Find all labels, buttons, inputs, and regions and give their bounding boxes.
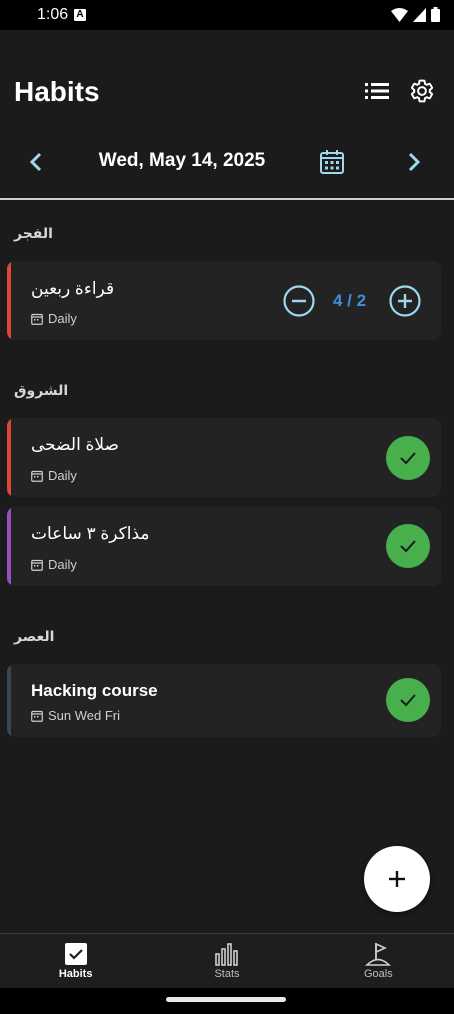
date-divider xyxy=(0,198,454,200)
plus-circle-icon xyxy=(389,285,421,317)
habit-title: صلاة الضحى xyxy=(31,435,119,454)
battery-icon xyxy=(431,7,440,22)
habit-title: مذاكرة ٣ ساعات xyxy=(31,524,150,543)
settings-button[interactable] xyxy=(406,75,438,107)
status-bar: 1:06 A xyxy=(0,0,454,30)
plus-icon xyxy=(389,871,405,887)
decrement-button[interactable] xyxy=(283,285,315,317)
gear-icon xyxy=(410,79,434,103)
nav-item-habits[interactable]: Habits xyxy=(0,934,151,988)
checkmark-icon xyxy=(400,694,416,707)
habit-schedule-text: Daily xyxy=(48,468,77,483)
habit-schedule: Daily xyxy=(31,311,77,326)
nav-label-goals: Goals xyxy=(363,968,393,980)
checkmark-icon xyxy=(400,452,416,465)
habit-card[interactable]: قراءة ربعين Daily 4 / 2 xyxy=(7,261,441,340)
status-time: 1:06 xyxy=(37,6,69,23)
bar-chart-icon xyxy=(215,943,238,966)
calendar-small-icon xyxy=(31,559,43,571)
calendar-small-icon xyxy=(31,710,43,722)
habit-card[interactable]: مذاكرة ٣ ساعات Daily xyxy=(7,507,441,586)
checkmark-icon xyxy=(400,540,416,553)
nav-item-goals[interactable]: Goals xyxy=(303,934,454,988)
habit-accent xyxy=(7,664,11,737)
habit-accent xyxy=(7,507,11,586)
calendar-icon xyxy=(320,150,344,174)
complete-button[interactable] xyxy=(386,524,430,568)
increment-button[interactable] xyxy=(389,285,421,317)
chevron-right-icon xyxy=(408,152,421,172)
habit-accent xyxy=(7,261,11,340)
habit-schedule: Daily xyxy=(31,468,77,483)
status-icons xyxy=(391,7,440,22)
habit-schedule-text: Daily xyxy=(48,311,77,326)
section-label-fajr: الفجر xyxy=(14,225,53,241)
list-icon xyxy=(365,83,389,99)
nav-label-stats: Stats xyxy=(214,968,240,980)
list-view-button[interactable] xyxy=(362,76,392,106)
nav-item-stats[interactable]: Stats xyxy=(151,934,302,988)
signal-icon xyxy=(413,7,426,22)
page-title: Habits xyxy=(14,76,100,107)
habit-schedule-text: Daily xyxy=(48,557,77,572)
habit-accent xyxy=(7,418,11,497)
wifi-icon xyxy=(391,7,408,22)
habit-schedule-text: Sun Wed Fri xyxy=(48,708,121,723)
next-day-button[interactable] xyxy=(400,148,428,176)
current-date: Wed, May 14, 2025 xyxy=(98,150,266,171)
nav-label-habits: Habits xyxy=(58,968,93,980)
add-habit-button[interactable] xyxy=(364,846,430,912)
complete-button[interactable] xyxy=(386,436,430,480)
habit-title: قراءة ربعين xyxy=(31,279,115,298)
checkbox-icon xyxy=(64,943,87,965)
calendar-small-icon xyxy=(31,470,43,482)
bottom-navigation: Habits Stats Goals xyxy=(0,933,454,988)
section-label-shurooq: الشروق xyxy=(14,382,69,398)
calendar-small-icon xyxy=(31,313,43,325)
section-label-asr: العصر xyxy=(14,628,55,644)
complete-button[interactable] xyxy=(386,678,430,722)
habit-schedule: Sun Wed Fri xyxy=(31,708,120,723)
notification-icon: A xyxy=(74,9,86,21)
flag-icon xyxy=(365,942,392,966)
habit-schedule: Daily xyxy=(31,557,77,572)
home-gesture-pill[interactable] xyxy=(166,997,286,1002)
gesture-area xyxy=(0,988,454,1014)
habit-title: Hacking course xyxy=(31,681,158,700)
calendar-button[interactable] xyxy=(316,146,348,178)
habit-progress: 4 / 2 xyxy=(333,291,367,310)
habit-card[interactable]: صلاة الضحى Daily xyxy=(7,418,441,497)
habit-card[interactable]: Hacking course Sun Wed Fri xyxy=(7,664,441,737)
minus-circle-icon xyxy=(283,285,315,317)
